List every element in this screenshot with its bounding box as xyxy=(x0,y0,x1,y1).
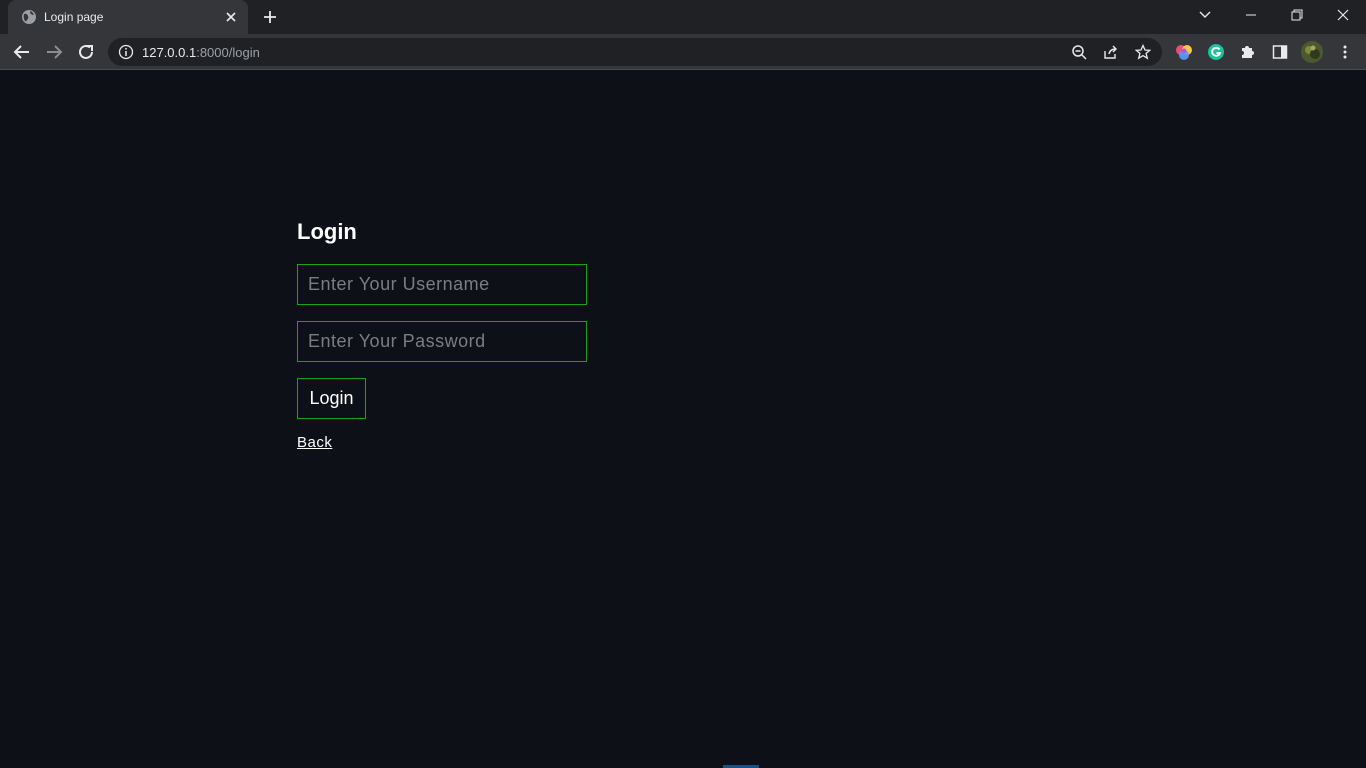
plus-icon[interactable] xyxy=(260,7,280,27)
back-button[interactable] xyxy=(10,40,34,64)
reload-button[interactable] xyxy=(74,40,98,64)
minimize-icon xyxy=(1246,14,1256,16)
browser-tab[interactable]: Login page xyxy=(8,0,248,34)
extensions-button[interactable] xyxy=(1238,42,1258,62)
url-path: :8000/login xyxy=(196,45,260,60)
back-arrow-icon xyxy=(13,45,29,59)
minimize-button[interactable] xyxy=(1228,0,1274,30)
window-close-icon xyxy=(1337,9,1349,21)
tab-strip: Login page xyxy=(0,0,1366,34)
restore-button[interactable] xyxy=(1274,0,1320,30)
puzzle-icon xyxy=(1242,46,1254,58)
tab-search-button[interactable] xyxy=(1182,0,1228,30)
back-link[interactable]: Back xyxy=(297,434,332,451)
side-panel-button[interactable] xyxy=(1270,42,1290,62)
grammarly-button[interactable] xyxy=(1206,42,1226,62)
chevron-down-icon xyxy=(1199,11,1211,18)
username-input[interactable] xyxy=(297,264,587,305)
browser-menu-button[interactable] xyxy=(1335,42,1355,62)
close-icon[interactable] xyxy=(223,9,239,25)
forward-arrow-icon xyxy=(47,45,63,59)
star-icon[interactable] xyxy=(1135,44,1151,60)
reload-icon xyxy=(79,44,93,59)
profile-avatar-icon xyxy=(1301,41,1323,63)
page-title: Login xyxy=(297,219,357,244)
profile-avatar[interactable] xyxy=(1300,40,1324,64)
globe-icon xyxy=(22,10,36,24)
side-panel-icon xyxy=(1272,45,1288,59)
forward-button[interactable] xyxy=(42,40,66,64)
restore-icon xyxy=(1291,9,1303,21)
grammarly-icon xyxy=(1208,44,1224,60)
browser-toolbar: 127.0.0.1:8000/login xyxy=(0,34,1366,70)
password-input[interactable] xyxy=(297,321,587,362)
address-bar[interactable]: 127.0.0.1:8000/login xyxy=(108,38,1162,66)
info-icon[interactable] xyxy=(118,44,134,60)
login-button[interactable]: Login xyxy=(297,378,366,419)
extension-colorful-button[interactable] xyxy=(1174,42,1194,62)
tab-title: Login page xyxy=(44,10,104,24)
zoom-out-icon[interactable] xyxy=(1071,44,1087,60)
extension-colorful-icon xyxy=(1176,45,1192,60)
share-icon[interactable] xyxy=(1103,44,1119,60)
window-close-button[interactable] xyxy=(1320,0,1366,30)
url-text[interactable]: 127.0.0.1:8000/login xyxy=(142,45,260,60)
kebab-menu-icon xyxy=(1343,45,1347,59)
url-host: 127.0.0.1 xyxy=(142,45,197,60)
